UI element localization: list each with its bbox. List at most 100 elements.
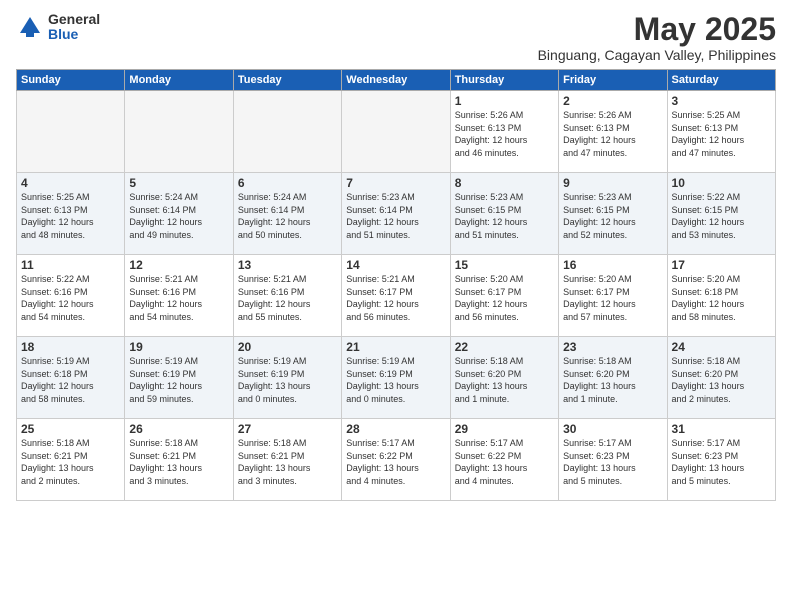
table-row xyxy=(233,91,341,173)
day-info: Sunrise: 5:24 AM Sunset: 6:14 PM Dayligh… xyxy=(129,191,228,241)
table-row xyxy=(125,91,233,173)
day-number: 25 xyxy=(21,422,120,436)
day-info: Sunrise: 5:20 AM Sunset: 6:17 PM Dayligh… xyxy=(563,273,662,323)
table-row xyxy=(342,91,450,173)
day-info: Sunrise: 5:19 AM Sunset: 6:19 PM Dayligh… xyxy=(238,355,337,405)
day-number: 20 xyxy=(238,340,337,354)
day-info: Sunrise: 5:18 AM Sunset: 6:20 PM Dayligh… xyxy=(455,355,554,405)
table-row: 10Sunrise: 5:22 AM Sunset: 6:15 PM Dayli… xyxy=(667,173,775,255)
logo-text: General Blue xyxy=(48,12,100,43)
table-row: 27Sunrise: 5:18 AM Sunset: 6:21 PM Dayli… xyxy=(233,419,341,501)
header-sunday: Sunday xyxy=(17,70,125,91)
day-info: Sunrise: 5:17 AM Sunset: 6:22 PM Dayligh… xyxy=(346,437,445,487)
day-number: 8 xyxy=(455,176,554,190)
table-row: 20Sunrise: 5:19 AM Sunset: 6:19 PM Dayli… xyxy=(233,337,341,419)
subtitle: Binguang, Cagayan Valley, Philippines xyxy=(538,47,776,63)
header-monday: Monday xyxy=(125,70,233,91)
table-row: 1Sunrise: 5:26 AM Sunset: 6:13 PM Daylig… xyxy=(450,91,558,173)
day-info: Sunrise: 5:25 AM Sunset: 6:13 PM Dayligh… xyxy=(21,191,120,241)
table-row: 16Sunrise: 5:20 AM Sunset: 6:17 PM Dayli… xyxy=(559,255,667,337)
day-number: 11 xyxy=(21,258,120,272)
table-row: 17Sunrise: 5:20 AM Sunset: 6:18 PM Dayli… xyxy=(667,255,775,337)
day-number: 1 xyxy=(455,94,554,108)
table-row: 8Sunrise: 5:23 AM Sunset: 6:15 PM Daylig… xyxy=(450,173,558,255)
day-info: Sunrise: 5:18 AM Sunset: 6:21 PM Dayligh… xyxy=(129,437,228,487)
table-row xyxy=(17,91,125,173)
day-info: Sunrise: 5:21 AM Sunset: 6:16 PM Dayligh… xyxy=(238,273,337,323)
day-info: Sunrise: 5:26 AM Sunset: 6:13 PM Dayligh… xyxy=(563,109,662,159)
logo: General Blue xyxy=(16,12,100,43)
weekday-header-row: Sunday Monday Tuesday Wednesday Thursday… xyxy=(17,70,776,91)
table-row: 26Sunrise: 5:18 AM Sunset: 6:21 PM Dayli… xyxy=(125,419,233,501)
day-number: 7 xyxy=(346,176,445,190)
table-row: 2Sunrise: 5:26 AM Sunset: 6:13 PM Daylig… xyxy=(559,91,667,173)
table-row: 13Sunrise: 5:21 AM Sunset: 6:16 PM Dayli… xyxy=(233,255,341,337)
header-saturday: Saturday xyxy=(667,70,775,91)
day-number: 2 xyxy=(563,94,662,108)
day-info: Sunrise: 5:22 AM Sunset: 6:15 PM Dayligh… xyxy=(672,191,771,241)
day-number: 23 xyxy=(563,340,662,354)
day-info: Sunrise: 5:17 AM Sunset: 6:23 PM Dayligh… xyxy=(672,437,771,487)
day-info: Sunrise: 5:18 AM Sunset: 6:20 PM Dayligh… xyxy=(672,355,771,405)
title-block: May 2025 Binguang, Cagayan Valley, Phili… xyxy=(538,12,776,63)
logo-general-label: General xyxy=(48,12,100,27)
day-number: 30 xyxy=(563,422,662,436)
header-wednesday: Wednesday xyxy=(342,70,450,91)
day-info: Sunrise: 5:18 AM Sunset: 6:21 PM Dayligh… xyxy=(21,437,120,487)
day-info: Sunrise: 5:19 AM Sunset: 6:19 PM Dayligh… xyxy=(346,355,445,405)
day-info: Sunrise: 5:23 AM Sunset: 6:15 PM Dayligh… xyxy=(455,191,554,241)
day-number: 6 xyxy=(238,176,337,190)
table-row: 31Sunrise: 5:17 AM Sunset: 6:23 PM Dayli… xyxy=(667,419,775,501)
table-row: 5Sunrise: 5:24 AM Sunset: 6:14 PM Daylig… xyxy=(125,173,233,255)
header-tuesday: Tuesday xyxy=(233,70,341,91)
table-row: 3Sunrise: 5:25 AM Sunset: 6:13 PM Daylig… xyxy=(667,91,775,173)
calendar-week-row: 18Sunrise: 5:19 AM Sunset: 6:18 PM Dayli… xyxy=(17,337,776,419)
table-row: 28Sunrise: 5:17 AM Sunset: 6:22 PM Dayli… xyxy=(342,419,450,501)
day-number: 3 xyxy=(672,94,771,108)
day-number: 19 xyxy=(129,340,228,354)
day-number: 22 xyxy=(455,340,554,354)
day-number: 21 xyxy=(346,340,445,354)
day-info: Sunrise: 5:23 AM Sunset: 6:15 PM Dayligh… xyxy=(563,191,662,241)
table-row: 6Sunrise: 5:24 AM Sunset: 6:14 PM Daylig… xyxy=(233,173,341,255)
day-number: 5 xyxy=(129,176,228,190)
day-number: 13 xyxy=(238,258,337,272)
month-title: May 2025 xyxy=(538,12,776,47)
day-info: Sunrise: 5:18 AM Sunset: 6:20 PM Dayligh… xyxy=(563,355,662,405)
table-row: 14Sunrise: 5:21 AM Sunset: 6:17 PM Dayli… xyxy=(342,255,450,337)
calendar-week-row: 1Sunrise: 5:26 AM Sunset: 6:13 PM Daylig… xyxy=(17,91,776,173)
day-number: 16 xyxy=(563,258,662,272)
day-info: Sunrise: 5:21 AM Sunset: 6:17 PM Dayligh… xyxy=(346,273,445,323)
day-number: 26 xyxy=(129,422,228,436)
table-row: 25Sunrise: 5:18 AM Sunset: 6:21 PM Dayli… xyxy=(17,419,125,501)
day-number: 12 xyxy=(129,258,228,272)
header: General Blue May 2025 Binguang, Cagayan … xyxy=(16,12,776,63)
day-number: 27 xyxy=(238,422,337,436)
day-number: 9 xyxy=(563,176,662,190)
day-info: Sunrise: 5:17 AM Sunset: 6:23 PM Dayligh… xyxy=(563,437,662,487)
day-info: Sunrise: 5:20 AM Sunset: 6:17 PM Dayligh… xyxy=(455,273,554,323)
logo-blue-label: Blue xyxy=(48,27,100,42)
day-info: Sunrise: 5:19 AM Sunset: 6:19 PM Dayligh… xyxy=(129,355,228,405)
header-friday: Friday xyxy=(559,70,667,91)
table-row: 18Sunrise: 5:19 AM Sunset: 6:18 PM Dayli… xyxy=(17,337,125,419)
table-row: 9Sunrise: 5:23 AM Sunset: 6:15 PM Daylig… xyxy=(559,173,667,255)
calendar-week-row: 11Sunrise: 5:22 AM Sunset: 6:16 PM Dayli… xyxy=(17,255,776,337)
table-row: 12Sunrise: 5:21 AM Sunset: 6:16 PM Dayli… xyxy=(125,255,233,337)
day-number: 4 xyxy=(21,176,120,190)
table-row: 29Sunrise: 5:17 AM Sunset: 6:22 PM Dayli… xyxy=(450,419,558,501)
day-number: 18 xyxy=(21,340,120,354)
day-number: 31 xyxy=(672,422,771,436)
day-number: 29 xyxy=(455,422,554,436)
table-row: 7Sunrise: 5:23 AM Sunset: 6:14 PM Daylig… xyxy=(342,173,450,255)
day-number: 17 xyxy=(672,258,771,272)
table-row: 11Sunrise: 5:22 AM Sunset: 6:16 PM Dayli… xyxy=(17,255,125,337)
day-info: Sunrise: 5:24 AM Sunset: 6:14 PM Dayligh… xyxy=(238,191,337,241)
day-number: 15 xyxy=(455,258,554,272)
day-number: 14 xyxy=(346,258,445,272)
table-row: 21Sunrise: 5:19 AM Sunset: 6:19 PM Dayli… xyxy=(342,337,450,419)
header-thursday: Thursday xyxy=(450,70,558,91)
day-info: Sunrise: 5:25 AM Sunset: 6:13 PM Dayligh… xyxy=(672,109,771,159)
day-info: Sunrise: 5:26 AM Sunset: 6:13 PM Dayligh… xyxy=(455,109,554,159)
day-info: Sunrise: 5:21 AM Sunset: 6:16 PM Dayligh… xyxy=(129,273,228,323)
